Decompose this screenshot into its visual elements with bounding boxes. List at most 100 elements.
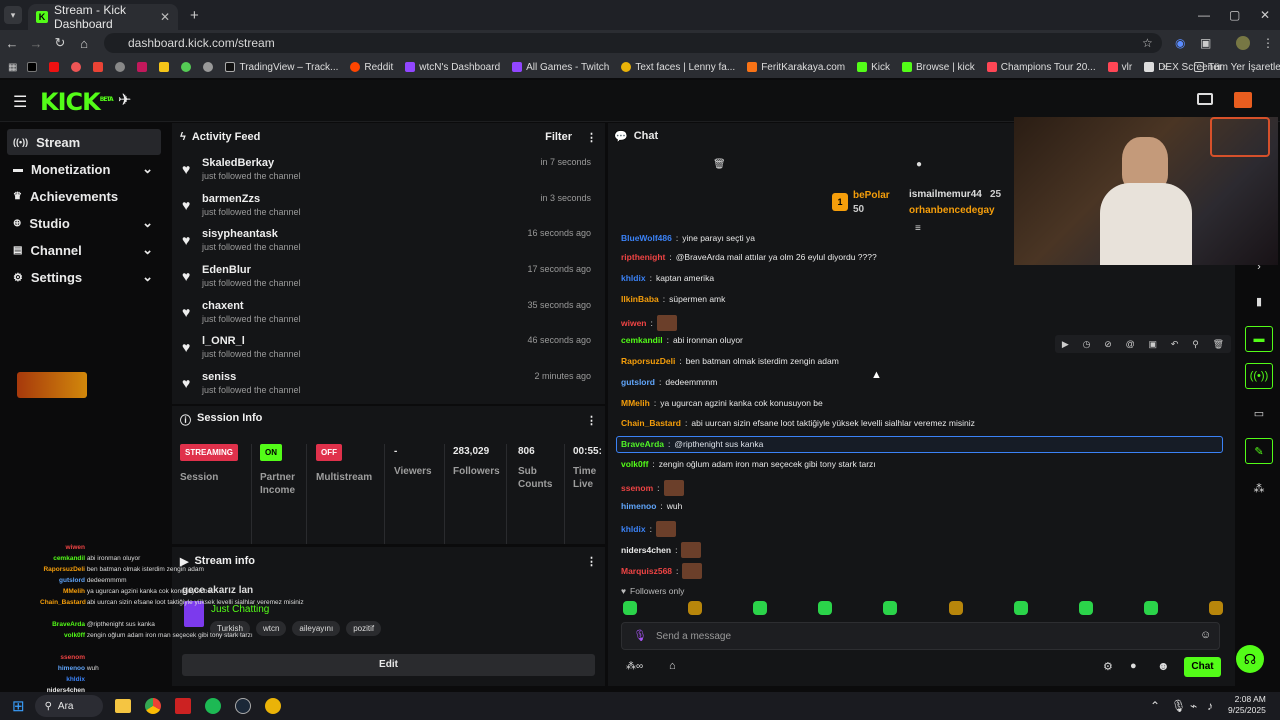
obs-icon[interactable] (174, 698, 191, 714)
chat-username[interactable]: Chain_Bastard (621, 418, 681, 428)
user-avatar[interactable] (1234, 92, 1252, 108)
chat-username[interactable]: himenoo (621, 501, 656, 511)
chat-username[interactable]: niders4chen (621, 545, 671, 555)
delete-icon[interactable]: 🗑 (1213, 339, 1224, 350)
rail-item-clipboard[interactable]: ▮ (1245, 288, 1273, 314)
minimize-icon[interactable]: — (1198, 8, 1210, 22)
follower-name[interactable]: seniss (202, 371, 301, 383)
bookmark-dashboard[interactable]: wtcN's Dashboard (405, 62, 500, 73)
follower-name[interactable]: barmenZzs (202, 193, 301, 205)
rail-item-broadcast[interactable]: ((•)) (1245, 363, 1273, 389)
chat-username[interactable]: RaporsuzDeli (621, 356, 675, 366)
tag-chip[interactable]: pozitif (346, 621, 382, 636)
bookmark-icon-9[interactable] (203, 62, 214, 72)
app-icon[interactable] (264, 698, 281, 714)
store-icon[interactable]: ⌂ (669, 660, 676, 672)
mention-icon[interactable]: @ (1126, 339, 1135, 349)
bot-icon[interactable]: ☻ (1157, 659, 1170, 673)
emote-icon[interactable] (818, 601, 833, 615)
follower-name[interactable]: sisypheantask (202, 228, 301, 240)
bookmark-tradingview[interactable]: TradingView – Track... (225, 62, 338, 73)
sidebar-item-monetization[interactable]: ▬ Monetization ⌄ (7, 156, 161, 182)
microphone-icon[interactable]: 🎙 (633, 629, 647, 642)
url-input[interactable]: dashboard.kick.com/stream (104, 33, 1162, 53)
chat-username[interactable]: cemkandil (621, 335, 663, 345)
chat-username[interactable]: ripthenight (621, 252, 665, 262)
follower-name[interactable]: chaxent (202, 300, 301, 312)
all-bookmarks[interactable]: Tüm Yer İşaretleri (1194, 62, 1280, 73)
windows-start-icon[interactable]: ⊞ (12, 697, 25, 715)
chat-username[interactable]: volk0ff (621, 459, 648, 469)
bookmark-star-icon[interactable]: ☆ (1142, 36, 1153, 50)
sidebar-item-achievements[interactable]: ♛ Achievements (7, 183, 161, 209)
tab-search-icon[interactable]: ▾ (4, 6, 22, 24)
reply-icon[interactable]: ↶ (1171, 339, 1179, 350)
message-input[interactable]: 🎙 Send a message ☺ (621, 622, 1220, 650)
chat-settings-icon[interactable]: ⚙ (1103, 660, 1113, 673)
send-chat-button[interactable]: Chat (1184, 657, 1221, 677)
bookmark-reddit[interactable]: Reddit (350, 62, 393, 73)
rail-item-more[interactable]: ⁂ (1245, 475, 1273, 501)
chat-username[interactable]: IlkinBaba (621, 294, 659, 304)
bookmark-icon-5[interactable] (115, 62, 126, 72)
close-window-icon[interactable]: ✕ (1260, 8, 1270, 22)
emote-icon[interactable] (688, 601, 703, 615)
follower-name[interactable]: SkaledBerkay (202, 157, 301, 169)
trash-icon[interactable]: 🗑 (713, 159, 726, 170)
follower-name[interactable]: EdenBlur (202, 264, 301, 276)
clock[interactable]: 2:08 AM 9/25/2025 (1228, 694, 1266, 716)
bookmark-icon-3[interactable] (71, 62, 82, 72)
spotify-icon[interactable] (204, 698, 221, 714)
chat-username[interactable]: wiwen (621, 318, 647, 328)
sidebar-item-stream[interactable]: ((•)) Stream (7, 129, 161, 155)
emote-icon[interactable] (883, 601, 898, 615)
emote-icon[interactable] (623, 601, 637, 615)
emote-icon[interactable] (948, 601, 963, 615)
emoji-icon[interactable]: ☺ (1200, 629, 1211, 641)
close-tab-icon[interactable]: ✕ (160, 10, 170, 24)
bookmarks-overflow-icon[interactable]: » (1162, 62, 1168, 73)
bookmark-champions-tour[interactable]: Champions Tour 20... (986, 62, 1096, 73)
emote-icon[interactable] (1208, 601, 1223, 615)
bookmark-kick[interactable]: Kick (857, 62, 890, 73)
bookmark-twitch[interactable]: All Games - Twitch (512, 62, 609, 73)
rail-item-tools[interactable]: ✎ (1245, 438, 1273, 464)
chat-username[interactable]: khldix (621, 524, 646, 534)
copy-icon[interactable]: ▣ (1149, 339, 1158, 350)
kick-logo[interactable]: KICKBETA (40, 88, 114, 116)
more-options-icon[interactable]: ⋮ (586, 414, 597, 427)
steam-icon[interactable] (234, 698, 251, 714)
back-icon[interactable]: ← (0, 36, 24, 51)
sidebar-item-settings[interactable]: ⚙ Settings ⌄ (7, 264, 161, 290)
rail-item-chat[interactable]: ▬ (1245, 326, 1273, 352)
chat-username[interactable]: ssenom (621, 483, 653, 493)
profile-avatar[interactable] (1236, 36, 1250, 50)
more-options-icon[interactable]: ⋮ (586, 131, 597, 144)
taskbar-search[interactable]: ⚲ Ara (34, 695, 103, 717)
hide-icon[interactable]: ⊘ (1104, 339, 1112, 350)
forward-icon[interactable]: → (24, 36, 48, 51)
emote-icon[interactable] (1143, 601, 1158, 615)
support-button[interactable]: ☊ (1236, 645, 1264, 673)
maximize-icon[interactable]: ▢ (1229, 8, 1240, 22)
chat-username[interactable]: gutslord (621, 377, 655, 387)
sidebar-item-studio[interactable]: ⊕ Studio ⌄ (7, 210, 161, 236)
chat-username[interactable]: MMelih (621, 398, 650, 408)
bookmark-textfaces[interactable]: Text faces | Lenny fa... (621, 62, 735, 73)
browser-menu-icon[interactable]: ⋮ (1262, 36, 1274, 50)
theater-mode-icon[interactable] (1197, 93, 1213, 105)
gmail-bookmark-icon[interactable] (93, 62, 104, 72)
play-icon[interactable]: ▶ (1062, 339, 1069, 350)
chat-username[interactable]: BlueWolf486 (621, 233, 672, 243)
emote-icon[interactable] (753, 601, 768, 615)
youtube-bookmark-icon[interactable] (49, 62, 60, 72)
tag-chip[interactable]: wtcn (255, 621, 287, 636)
filter-button[interactable]: Filter (545, 131, 572, 144)
bookmark-icon-7[interactable] (159, 62, 170, 72)
hamburger-menu-icon[interactable]: ☰ (13, 92, 27, 112)
kick-coins-icon[interactable]: ⁂∞ (626, 661, 643, 672)
pin-icon[interactable]: ⚲ (1192, 339, 1199, 350)
file-explorer-icon[interactable] (114, 699, 131, 713)
emote-icon[interactable] (1013, 601, 1028, 615)
x-bookmark-icon[interactable] (27, 62, 38, 72)
